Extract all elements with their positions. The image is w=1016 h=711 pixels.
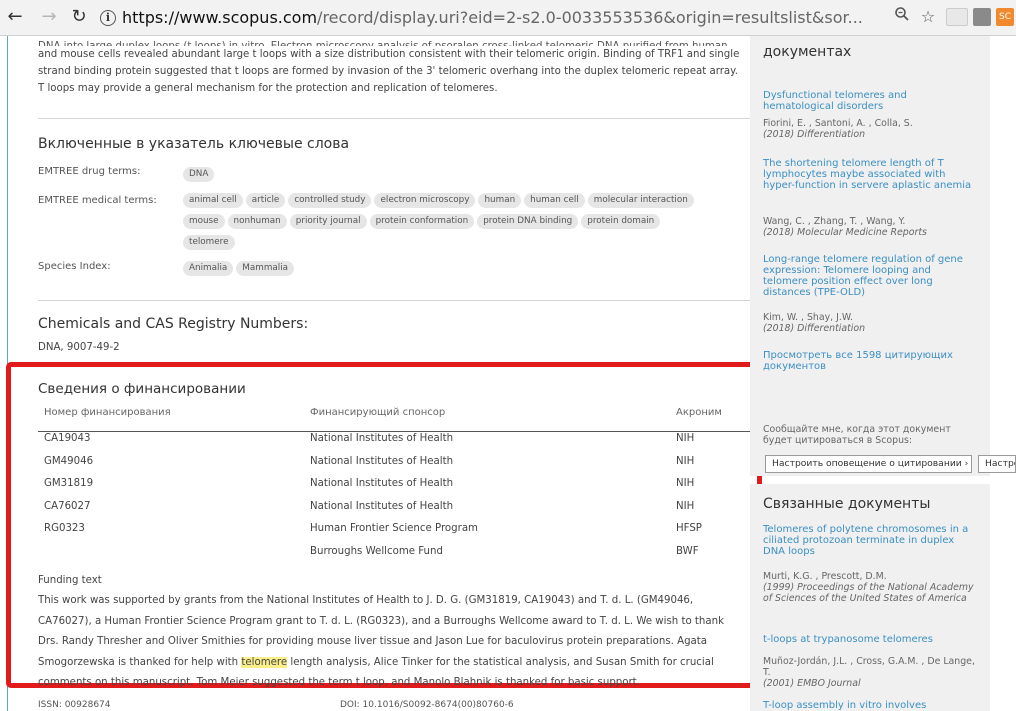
funding-text-line: Smogorzewska is thanked for help with te… [38,656,714,668]
chemicals-title: Chemicals and CAS Registry Numbers: [38,316,309,332]
related-documents-title: Связанные документы [763,496,931,512]
keywords-title: Включенные в указатель ключевые слова [38,136,350,152]
funding-sponsor: National Institutes of Health [310,456,454,467]
divider [38,118,750,119]
funding-number: GM31819 [44,478,94,489]
divider [38,300,750,301]
abstract-cut-line: DNA into large duplex loops (t loops) in… [38,38,750,46]
cited-document-meta: Kim, W. , Shay, J.W. (2018) Differentiat… [763,312,866,334]
funding-text-line: comments on this manuscript. Tom Meier s… [38,677,640,688]
abstract-line: strand binding protein suggested that t … [38,66,738,77]
back-icon[interactable]: ← [4,6,26,28]
citation-alert-button-2[interactable]: Настро [978,455,1016,473]
funding-title: Сведения о финансировании [38,381,246,397]
info-icon[interactable]: i [100,10,116,26]
funding-text-line: Drs. Randy Thresher and Oliver Smithies … [38,636,708,647]
keyword-tag: molecular interaction [587,193,694,208]
related-document-link[interactable]: T-loop assembly in vitro involves [763,700,978,711]
funding-number: CA19043 [44,433,91,444]
keyword-tag: protein DNA binding [477,214,579,229]
keyword-tag: human [478,193,522,208]
keyword-tag: DNA [183,167,215,182]
issn: ISSN: 00928674 [38,700,111,710]
address-bar[interactable]: i https://www.scopus.com/record/display.u… [100,4,880,32]
funding-sponsor: Burroughs Wellcome Fund [310,546,443,557]
related-document-link[interactable]: Telomeres of polytene chromosomes in a c… [763,524,978,557]
cited-document-meta: Fiorini, E. , Santoni, A. , Colla, S. (2… [763,118,913,140]
chemicals-value: DNA, 9007-49-2 [38,342,120,353]
funding-acronym: BWF [676,546,699,557]
keyword-tag: protein domain [581,214,661,229]
table-header-rule [38,431,768,432]
keyword-tag: Mammalia [236,261,295,276]
drug-terms: DNA [183,163,743,184]
funding-col-acronym: Акроним [676,407,722,418]
funding-sponsor: National Institutes of Health [310,478,454,489]
alert-note: Сообщайте мне, когда этот документ будет… [763,424,951,446]
keyword-tag: human cell [524,193,585,208]
related-document-link[interactable]: t-loops at trypanosome telomeres [763,634,978,645]
keyword-tag: telomere [183,235,235,250]
sc-extension-icon[interactable]: SC [996,8,1014,26]
reload-icon[interactable]: ↻ [68,6,90,28]
keyword-tag: animal cell [183,193,243,208]
related-document-meta: Murti, K.G. , Prescott, D.M. (1999) Proc… [763,571,974,604]
abstract-line: and mouse cells revealed abundant large … [38,49,740,60]
forward-icon[interactable]: → [38,6,60,28]
cited-document-link[interactable]: Dysfunctional telomeres and hematologica… [763,90,978,112]
keyword-tag: article [245,193,286,208]
funding-acronym: NIH [676,456,695,467]
url-host: https://www.scopus.com [122,8,318,27]
species-terms: Animalia Mammalia [183,257,743,278]
keyword-tag: electron microscopy [374,193,476,208]
doi: DOI: 10.1016/S0092-8674(00)80760-6 [340,700,514,710]
medical-terms: animal cell article controlled study electr… [183,189,743,252]
related-document-meta: Muñoz-Jordán, J.L. , Cross, G.A.M. , De … [763,656,975,689]
funding-acronym: NIH [676,433,695,444]
keyword-tag: mouse [183,214,225,229]
funding-number: CA76027 [44,501,91,512]
citation-alert-button[interactable]: Настроить оповещение о цитировании › [765,455,972,473]
funding-text-label: Funding text [38,575,102,586]
funding-acronym: NIH [676,501,695,512]
funding-sponsor: National Institutes of Health [310,433,454,444]
cited-by-title: документах [763,44,852,60]
funding-sponsor: Human Frontier Science Program [310,523,478,534]
funding-acronym: NIH [676,478,695,489]
funding-col-sponsor: Финансирующий спонсор [310,407,446,418]
keyword-tag: nonhuman [227,214,287,229]
cited-document-link[interactable]: Long-range telomere regulation of gene e… [763,254,978,298]
extension-icon[interactable] [946,8,968,26]
funding-text-line: This work was supported by grants from t… [38,595,694,606]
keyword-tag: controlled study [288,193,372,208]
view-all-citing-link[interactable]: Просмотреть все 1598 цитирующих документ… [763,350,978,372]
cited-document-link[interactable]: The shortening telomere length of T lymp… [763,158,978,191]
species-index-label: Species Index: [38,261,111,272]
drug-terms-label: EMTREE drug terms: [38,166,141,177]
keyword-tag: protein conformation [369,214,475,229]
abstract-line: T loops may provide a general mechanism … [38,83,498,94]
browser-toolbar: ← → ↻ i https://www.scopus.com/record/dis… [0,0,1016,36]
funding-sponsor: National Institutes of Health [310,501,454,512]
cited-document-meta: Wang, C. , Zhang, T. , Wang, Y. (2018) M… [763,216,927,238]
funding-col-number: Номер финансирования [44,407,171,418]
funding-text: This work was supported by grants from t… [38,591,750,694]
funding-number: RG0323 [44,523,85,534]
keyword-tag: Animalia [183,261,234,276]
medical-terms-label: EMTREE medical terms: [38,195,157,206]
zoom-icon[interactable] [892,6,912,28]
extension-icon[interactable] [973,8,991,26]
abstract: DNA into large duplex loops (t loops) in… [38,38,750,97]
funding-acronym: HFSP [676,523,702,534]
funding-number: GM49046 [44,456,94,467]
search-term-highlight: telomere [241,656,288,668]
bookmark-star-icon[interactable]: ☆ [918,6,938,28]
funding-text-line: CA76027), a Human Frontier Science Progr… [38,615,724,627]
keyword-tag: priority journal [289,214,367,229]
url-path: /record/display.uri?eid=2-s2.0-003355353… [317,8,863,27]
